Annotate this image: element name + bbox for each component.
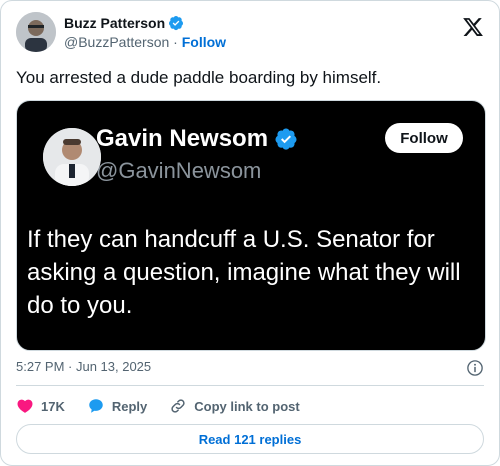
author-avatar[interactable] — [16, 12, 56, 52]
copy-link-label: Copy link to post — [194, 398, 300, 414]
like-count: 17K — [41, 398, 65, 414]
like-button[interactable]: 17K — [16, 397, 65, 415]
read-replies-button[interactable]: Read 121 replies — [16, 424, 484, 454]
embedded-verified-icon — [275, 128, 297, 150]
embedded-handle: @GavinNewsom — [96, 158, 262, 183]
action-bar: 17K Reply Copy link to post — [16, 394, 322, 418]
embedded-name: Gavin Newsom — [96, 125, 269, 152]
heart-icon — [17, 399, 33, 413]
author-handle[interactable]: @BuzzPatterson — [64, 34, 169, 50]
embedded-follow-button: Follow — [385, 123, 463, 153]
author-name[interactable]: Buzz Patterson — [64, 14, 165, 32]
embedded-name-line: Gavin Newsom — [96, 125, 298, 153]
author-info: Buzz Patterson @BuzzPatterson · Follow — [64, 14, 226, 52]
info-icon[interactable] — [466, 359, 484, 377]
reply-bubble-icon — [89, 399, 103, 413]
link-icon — [171, 399, 185, 413]
follow-link[interactable]: Follow — [182, 34, 226, 50]
handle-separator: · — [173, 34, 178, 50]
tweet-text: You arrested a dude paddle boarding by h… — [16, 68, 382, 87]
verified-badge-icon — [169, 16, 184, 31]
copy-link-button[interactable]: Copy link to post — [169, 397, 300, 415]
reply-button[interactable]: Reply — [87, 397, 147, 415]
divider — [16, 385, 484, 386]
embedded-post-text: If they can handcuff a U.S. Senator for … — [27, 226, 461, 319]
tweet-header: Buzz Patterson @BuzzPatterson · Follow — [16, 12, 484, 56]
reply-label: Reply — [111, 398, 148, 414]
tweet-card: Buzz Patterson @BuzzPatterson · Follow Y… — [0, 0, 500, 466]
embedded-avatar — [43, 128, 101, 186]
x-logo-icon[interactable] — [462, 16, 484, 38]
post-timestamp[interactable]: 5:27 PM · Jun 13, 2025 — [16, 359, 151, 374]
embedded-post-image[interactable]: Gavin Newsom @GavinNewsom Follow If they… — [16, 100, 486, 351]
